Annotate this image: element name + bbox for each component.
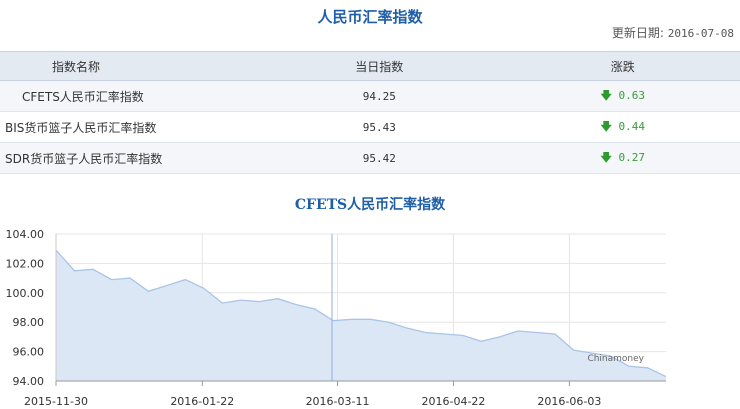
x-tick-label: 2016-03-11 [306, 395, 370, 408]
y-tick-label: 100.00 [6, 287, 45, 300]
y-tick-label: 96.00 [13, 346, 45, 359]
update-date-value: 2016-07-08 [667, 27, 734, 40]
y-tick-label: 102.00 [6, 257, 45, 270]
index-change: 🡇 0.44 [505, 111, 740, 143]
table-row[interactable]: SDR货币篮子人民币汇率指数 95.42 🡇 0.27 [0, 142, 740, 174]
change-value: 0.44 [618, 119, 645, 133]
update-date-label: 更新日期: [611, 26, 664, 40]
x-tick-label: 2016-01-22 [170, 395, 234, 408]
change-value: 0.63 [618, 88, 645, 102]
column-header-name: 指数名称 [0, 51, 253, 81]
change-value: 0.27 [618, 150, 645, 164]
index-name: CFETS人民币汇率指数 [0, 80, 253, 112]
index-name: SDR货币篮子人民币汇率指数 [0, 142, 253, 174]
table-row[interactable]: CFETS人民币汇率指数 94.25 🡇 0.63 [0, 80, 740, 112]
index-chart[interactable]: 94.00 96.00 98.00 100.00 102.00 104.00 2015-11… [0, 215, 740, 409]
down-arrow-icon: 🡇 [600, 88, 612, 102]
index-name: BIS货币篮子人民币汇率指数 [0, 111, 253, 143]
index-change: 🡇 0.63 [505, 80, 740, 112]
column-header-change: 涨跌 [505, 51, 740, 81]
index-value: 94.25 [253, 80, 506, 112]
chart-credit: Chinamoney [587, 354, 644, 364]
series-area [56, 250, 666, 381]
y-tick-label: 98.00 [13, 316, 45, 329]
y-tick-label: 94.00 [13, 375, 45, 388]
x-tick-label: 2016-06-03 [537, 395, 601, 408]
down-arrow-icon: 🡇 [600, 119, 612, 133]
index-value: 95.43 [253, 111, 506, 143]
index-value: 95.42 [253, 142, 506, 174]
y-tick-label: 104.00 [6, 228, 45, 241]
chart-title: CFETS人民币汇率指数 [294, 197, 446, 213]
index-table: 指数名称 当日指数 涨跌 CFETS人民币汇率指数 94.25 🡇 0.63 B… [0, 51, 740, 174]
x-tick-label: 2015-11-30 [24, 395, 88, 408]
x-tick-label: 2016-04-22 [421, 395, 485, 408]
table-header-row: 指数名称 当日指数 涨跌 [0, 51, 740, 81]
down-arrow-icon: 🡇 [600, 150, 612, 164]
update-date: 更新日期: 2016-07-08 [612, 24, 734, 41]
table-row[interactable]: BIS货币篮子人民币汇率指数 95.43 🡇 0.44 [0, 111, 740, 143]
index-change: 🡇 0.27 [505, 142, 740, 174]
column-header-value: 当日指数 [253, 51, 506, 81]
